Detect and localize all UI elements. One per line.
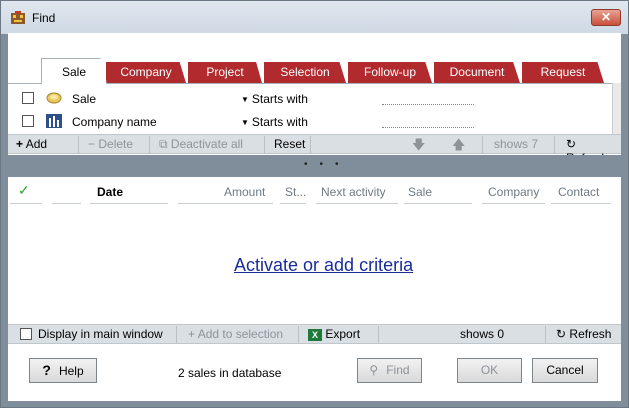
refresh-label: Refresh	[569, 327, 612, 341]
column-underline	[52, 203, 81, 204]
column-underline	[178, 203, 273, 204]
toolbar-divider	[554, 136, 555, 153]
title-bar[interactable]: Find ✕	[1, 1, 628, 34]
criteria-scrollbar[interactable]	[612, 83, 621, 134]
criteria-label-company: Company name	[72, 115, 157, 129]
toolbar-divider	[378, 326, 379, 343]
operator-text: Starts with	[251, 92, 308, 106]
sale-icon	[46, 92, 62, 104]
criteria-operator-company[interactable]: ▼ Starts with	[241, 115, 308, 129]
tab-sale[interactable]: Sale	[41, 58, 107, 84]
criteria-toolbar: + Add − Delete ⧉ Deactivate all Reset 🡇 …	[8, 134, 621, 165]
tab-follow-up[interactable]: Follow-up	[348, 62, 432, 83]
pane-splitter[interactable]: •••	[8, 155, 621, 177]
database-info: 2 sales in database	[178, 366, 282, 380]
plus-icon: +	[188, 327, 196, 341]
toolbar-divider	[176, 326, 177, 343]
column-underline	[280, 203, 306, 204]
criteria-list: Sale ▼ Starts with Company name ▼ Starts w…	[8, 83, 621, 134]
dropdown-arrow-icon: ▼	[241, 118, 249, 127]
toolbar-divider	[310, 136, 311, 153]
column-underline	[482, 203, 545, 204]
activate-criteria-link[interactable]: Activate or add criteria	[234, 255, 413, 276]
tab-document[interactable]: Document	[434, 62, 520, 83]
results-count: shows 0	[460, 327, 505, 341]
column-underline	[10, 203, 42, 204]
column-underline	[551, 203, 611, 204]
add-label: Add	[25, 137, 48, 151]
splitter-grip-icon: •••	[304, 159, 351, 170]
help-label: Help	[58, 364, 84, 378]
column-header-contact[interactable]: Contact	[558, 185, 599, 199]
operator-text: Starts with	[251, 115, 308, 129]
results-toolbar: Display in main window + Add to selectio…	[8, 324, 621, 344]
column-underline	[316, 203, 398, 204]
help-button[interactable]: ? Help	[29, 358, 97, 383]
display-main-checkbox[interactable]	[20, 328, 32, 340]
tab-selection[interactable]: Selection	[264, 62, 346, 83]
window-title: Find	[32, 11, 56, 25]
deactivate-all-button[interactable]: ⧉ Deactivate all	[159, 137, 243, 152]
refresh-icon: ↻	[556, 327, 567, 341]
add-to-selection-button[interactable]: + Add to selection	[188, 327, 283, 341]
delete-label: Delete	[98, 137, 134, 151]
excel-icon: X	[308, 329, 322, 341]
search-icon: ⚲	[369, 363, 379, 377]
criteria-count: shows 7	[494, 137, 539, 151]
toolbar-divider	[298, 326, 299, 343]
company-icon	[46, 114, 62, 128]
export-label: Export	[325, 327, 361, 341]
delete-button[interactable]: − Delete	[88, 137, 133, 151]
column-header-status[interactable]: St...	[285, 185, 306, 199]
add-button[interactable]: + Add	[16, 137, 47, 151]
toolbar-divider	[545, 326, 546, 343]
checkmark-icon[interactable]: ✓	[18, 182, 30, 199]
cancel-button[interactable]: Cancel	[532, 358, 598, 383]
column-header-amount[interactable]: Amount	[224, 185, 265, 199]
app-icon	[11, 11, 25, 24]
find-label: Find	[386, 363, 410, 377]
toolbar-divider	[78, 136, 79, 153]
criteria-value-company[interactable]	[382, 127, 474, 128]
column-underline	[404, 203, 472, 204]
criteria-operator-sale[interactable]: ▼ Starts with	[241, 92, 308, 106]
refresh-icon: ↻	[566, 137, 577, 151]
criteria-value-sale[interactable]	[382, 104, 474, 105]
column-header-date[interactable]: Date	[97, 185, 123, 199]
display-main-label[interactable]: Display in main window	[38, 327, 163, 341]
criteria-checkbox-company[interactable]	[22, 115, 34, 127]
ok-button[interactable]: OK	[457, 358, 522, 383]
help-icon: ?	[42, 362, 51, 378]
criteria-label-sale: Sale	[72, 92, 97, 106]
add-to-selection-label: Add to selection	[197, 327, 284, 341]
criteria-checkbox-sale[interactable]	[22, 92, 34, 104]
column-header-sale[interactable]: Sale	[408, 185, 432, 199]
close-button[interactable]: ✕	[591, 9, 621, 26]
toolbar-divider	[264, 136, 265, 153]
minus-icon: −	[88, 137, 96, 151]
results-grid: ✓ Date Amount St... Next activity Sale C…	[8, 177, 621, 324]
results-refresh-button[interactable]: ↻ Refresh	[556, 327, 611, 341]
dropdown-arrow-icon: ▼	[241, 95, 249, 104]
plus-icon: +	[16, 137, 24, 151]
column-header-company[interactable]: Company	[488, 185, 539, 199]
close-icon: ✕	[600, 10, 612, 24]
toolbar-divider	[482, 136, 483, 153]
tab-project[interactable]: Project	[188, 62, 262, 83]
find-button[interactable]: ⚲ Find	[357, 358, 422, 383]
deactivate-icon: ⧉	[159, 137, 168, 151]
deactivate-all-label: Deactivate all	[170, 137, 243, 151]
tab-request[interactable]: Request	[522, 62, 604, 83]
tab-company[interactable]: Company	[106, 62, 186, 83]
reset-button[interactable]: Reset	[274, 137, 305, 151]
toolbar-divider	[149, 136, 150, 153]
column-header-next-activity[interactable]: Next activity	[321, 185, 386, 199]
column-underline	[90, 203, 168, 204]
export-button[interactable]: X Export	[308, 327, 360, 341]
